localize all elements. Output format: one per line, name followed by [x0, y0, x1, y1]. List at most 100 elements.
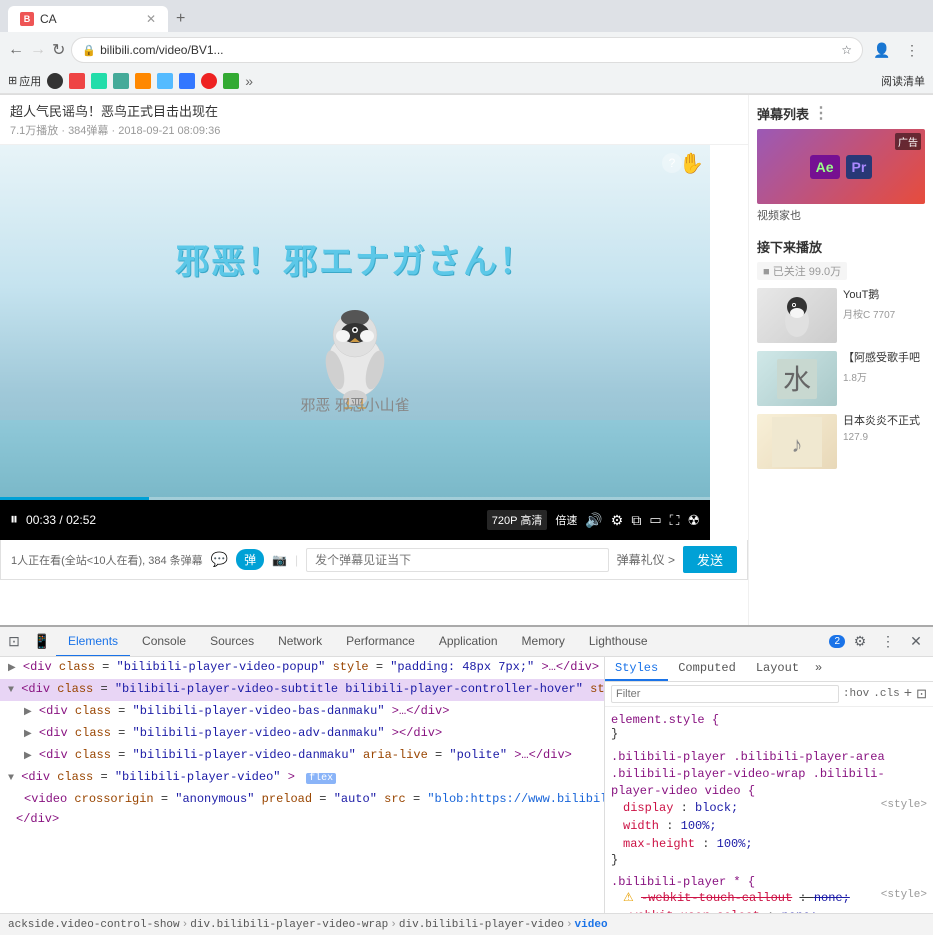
video-stats: 7.1万播放 · 384弹幕 · 2018-09-21 08:09:36	[10, 122, 738, 138]
dom-line-4[interactable]: ▶ <div class = "bilibili-player-video-ad…	[0, 723, 604, 745]
bc-item-3[interactable]: div.bilibili-player-video	[399, 919, 564, 931]
bc-item-4[interactable]: video	[575, 919, 608, 931]
tab-bar: B CA ✕ +	[0, 0, 933, 32]
tab-network[interactable]: Network	[266, 627, 334, 657]
devtools-device-btn[interactable]: 📱	[28, 628, 56, 656]
dom-line-7[interactable]: <video crossorigin = "anonymous" preload…	[0, 789, 604, 809]
prop-val-width: 100%;	[681, 819, 717, 833]
video-title: 超人气民谣鸟！恶鸟正式目击出现在	[10, 101, 738, 120]
styles-tab-computed[interactable]: Computed	[668, 657, 746, 681]
tab-application[interactable]: Application	[427, 627, 510, 657]
bookmark-btn[interactable]: ☆	[841, 43, 852, 57]
sidebar-card-info-2: 【阿感受歌手吧 1.8万	[843, 351, 920, 406]
bc-sep-1: ›	[182, 919, 189, 931]
devtools-close-btn[interactable]: ✕	[903, 629, 929, 655]
address-bar[interactable]: 🔒 bilibili.com/video/BV1... ☆	[71, 37, 863, 63]
bm-item7[interactable]	[179, 73, 195, 89]
danmaku-input[interactable]	[306, 548, 608, 572]
styles-tab-layout[interactable]: Layout	[746, 657, 809, 681]
volume-btn[interactable]: 🔊	[585, 512, 602, 529]
dom-line-8[interactable]: </div>	[0, 809, 604, 829]
bm-item4[interactable]	[113, 73, 129, 89]
sidebar-video-card-3[interactable]: ♪ 日本炎炎不正式 127.9	[757, 414, 925, 469]
dom-line-3[interactable]: ▶ <div class = "bilibili-player-video-ba…	[0, 701, 604, 723]
dom-line-5[interactable]: ▶ <div class = "bilibili-player-video-da…	[0, 745, 604, 767]
prop-name-maxheight: max-height	[623, 837, 695, 851]
sidebar-ad-thumb: Ae Pr 广告	[757, 129, 925, 204]
tab-performance[interactable]: Performance	[334, 627, 427, 657]
video-player[interactable]: 邪恶！邪エナガさん！	[0, 145, 710, 540]
bm-item5[interactable]	[135, 73, 151, 89]
speed-btn[interactable]: 倍速	[555, 512, 577, 528]
tab-sources[interactable]: Sources	[198, 627, 266, 657]
filter-cls-btn[interactable]: .cls	[873, 688, 899, 700]
quality-btn[interactable]: 720P 高清	[487, 510, 548, 530]
refresh-btn[interactable]: ↻	[52, 40, 65, 60]
style-prop-touch: ⚠ -webkit-touch-callout : none;	[611, 889, 927, 907]
style-selector-star: .bilibili-player * {	[611, 875, 927, 889]
bm-more[interactable]: »	[245, 73, 253, 89]
profile-icon[interactable]: 👤	[869, 37, 895, 63]
styles-tab-more[interactable]: »	[809, 657, 828, 681]
devtools-more-btn[interactable]: ⋮	[875, 629, 901, 655]
settings-icon[interactable]: ⋮	[899, 37, 925, 63]
style-source-star: <style>	[881, 889, 927, 901]
sidebar-ad-card[interactable]: Ae Pr 广告 视频家也	[757, 129, 925, 223]
sidebar-card-sub-3: 127.9	[843, 432, 920, 443]
bc-sep-2: ›	[390, 919, 397, 931]
bm-apps[interactable]: ⊞ 应用	[8, 73, 41, 89]
prop-val-display: block;	[695, 801, 738, 815]
danmaku-icon2[interactable]: 📷	[272, 553, 287, 567]
filter-copy-btn[interactable]: ⊡	[916, 687, 927, 702]
sidebar-thumb-3: ♪	[757, 414, 837, 469]
bc-item-1[interactable]: ackside.video-control-show	[8, 919, 180, 931]
styles-tab-styles[interactable]: Styles	[605, 657, 668, 681]
filter-add-btn[interactable]: +	[904, 686, 912, 702]
bm-item9[interactable]	[223, 73, 239, 89]
danmaku-list-menu[interactable]: ⋮	[813, 103, 829, 123]
cinema-btn[interactable]: ▭	[649, 512, 661, 528]
danmaku-settings-btn[interactable]: ☢	[687, 512, 700, 529]
forward-btn[interactable]: →	[30, 41, 46, 59]
gift-btn[interactable]: 弹幕礼仪 >	[617, 551, 675, 568]
bm-reader[interactable]: 阅读清单	[881, 73, 925, 89]
tab-memory[interactable]: Memory	[510, 627, 577, 657]
dom-line-6[interactable]: ▼ <div class = "bilibili-player-video" >…	[0, 767, 604, 789]
tab-elements[interactable]: Elements	[56, 627, 130, 657]
tab-close[interactable]: ✕	[146, 12, 156, 26]
bm-item3[interactable]	[91, 73, 107, 89]
tab-lighthouse[interactable]: Lighthouse	[577, 627, 660, 657]
dom-line-1[interactable]: ▶ <div class = "bilibili-player-video-po…	[0, 657, 604, 679]
sidebar-video-card-2[interactable]: 水 【阿感受歌手吧 1.8万	[757, 351, 925, 406]
help-btn[interactable]: ?	[662, 153, 682, 173]
browser-tab[interactable]: B CA ✕	[8, 6, 168, 32]
settings-btn[interactable]: ⚙	[611, 512, 624, 529]
styles-filter-bar: :hov .cls + ⊡	[605, 682, 933, 707]
bm-gh[interactable]	[47, 73, 63, 89]
filter-hov-btn[interactable]: :hov	[843, 688, 869, 700]
tab-console[interactable]: Console	[130, 627, 198, 657]
danmaku-toggle[interactable]: 弹	[236, 549, 264, 570]
new-tab-btn[interactable]: +	[168, 10, 193, 28]
style-rule-star: .bilibili-player * { <style> ⚠ -webkit-t…	[611, 875, 927, 913]
sidebar-card-sub-2: 1.8万	[843, 369, 920, 384]
bm-item2[interactable]	[69, 73, 85, 89]
sidebar-video-card-1[interactable]: YouT鹅 月桉C 7707	[757, 288, 925, 343]
pip-btn[interactable]: ⧉	[631, 512, 641, 529]
bm-item6[interactable]	[157, 73, 173, 89]
notification-badge[interactable]: 2	[829, 635, 845, 648]
devtools-inspect-btn[interactable]: ⊡	[0, 628, 28, 656]
devtools-toolbar: ⊡ 📱 Elements Console Sources Network Per…	[0, 627, 933, 657]
back-btn[interactable]: ←	[8, 41, 24, 59]
devtools-settings-btn[interactable]: ⚙	[847, 629, 873, 655]
bm-item8[interactable]	[201, 73, 217, 89]
styles-filter-input[interactable]	[611, 685, 839, 703]
play-pause-btn[interactable]: ⏸	[10, 511, 18, 529]
styles-tabs: Styles Computed Layout »	[605, 657, 933, 682]
expand-icon-4: ▶	[24, 729, 32, 740]
bc-item-2[interactable]: div.bilibili-player-video-wrap	[190, 919, 388, 931]
video-ground	[0, 420, 710, 500]
dom-line-2-highlighted[interactable]: ▼ <div class = "bilibili-player-video-su…	[0, 679, 604, 701]
send-btn[interactable]: 发送	[683, 546, 737, 573]
fullscreen-btn[interactable]: ⛶	[670, 512, 680, 529]
